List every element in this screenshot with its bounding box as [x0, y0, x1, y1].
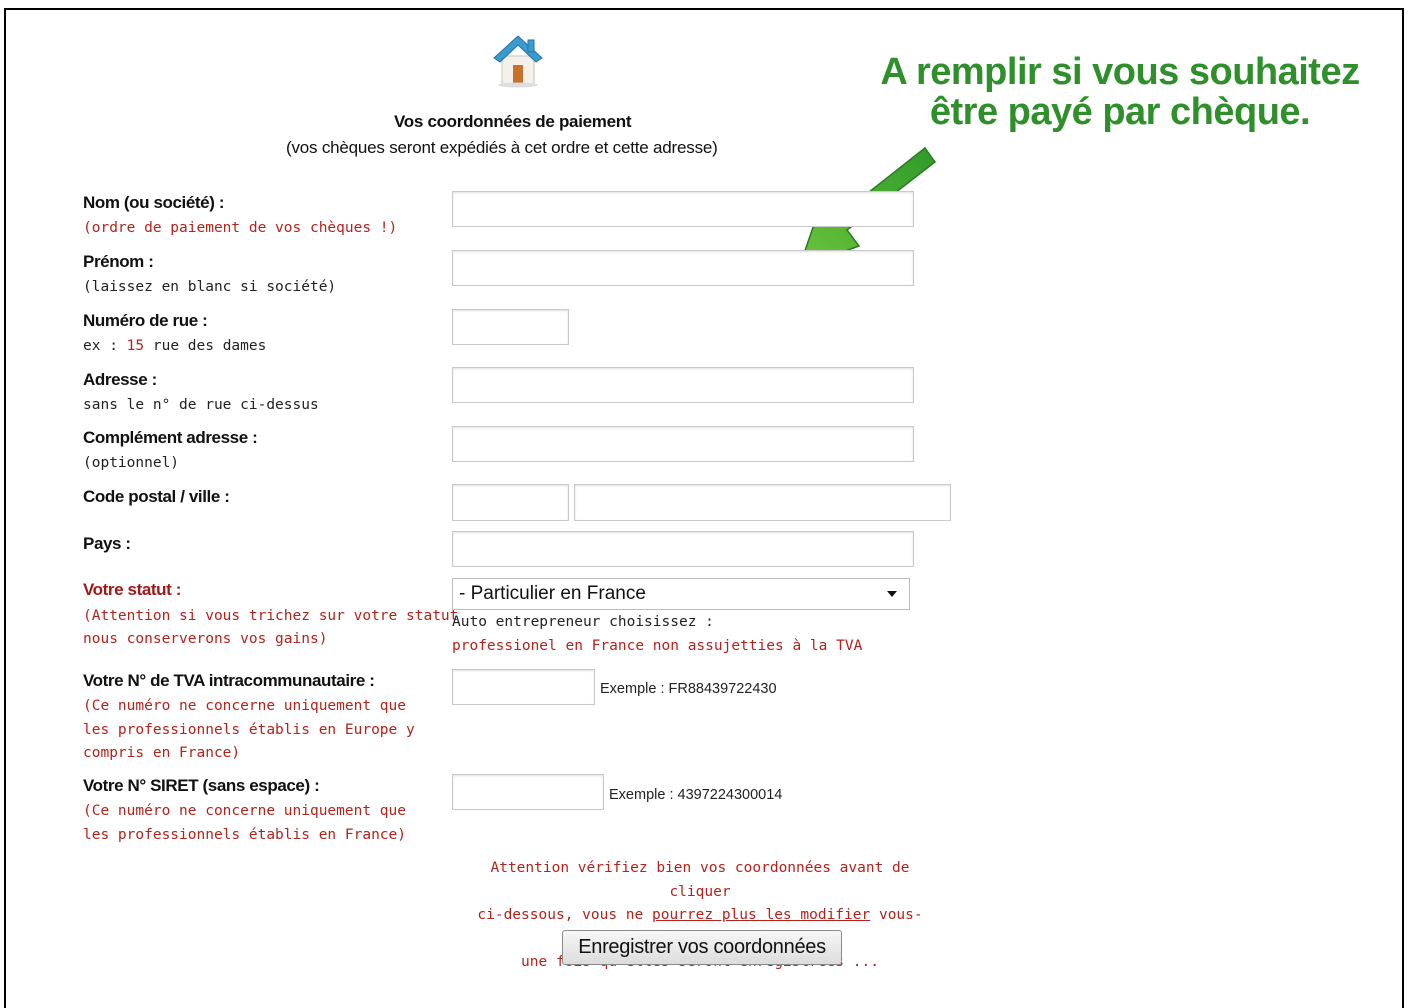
adresse-hint: sans le n° de rue ci-dessus [83, 397, 319, 413]
city-input[interactable] [574, 484, 951, 521]
statut-note-2: professionel en France non assujetties à… [452, 638, 863, 654]
numero-hint-suffix: rue des dames [144, 338, 267, 354]
tva-hint-1: (Ce numéro ne concerne uniquement que [83, 698, 407, 714]
chevron-down-icon [887, 591, 897, 597]
adresse-input[interactable] [452, 367, 914, 403]
statut-hint-1: (Attention si vous trichez sur votre sta… [83, 608, 459, 624]
warning-line-1: Attention vérifiez bien vos coordonnées … [490, 860, 910, 900]
statut-select[interactable]: - Particulier en France [452, 578, 910, 610]
siret-label: Votre N° SIRET (sans espace) : [83, 776, 320, 795]
modify-link[interactable]: pourrez plus les modifier [652, 907, 870, 923]
numero-hint-prefix: ex : [83, 338, 127, 354]
adresse-label: Adresse : [83, 370, 157, 389]
statut-label: Votre statut : [83, 580, 181, 599]
postal-code-input[interactable] [452, 484, 569, 521]
pays-label: Pays : [83, 534, 131, 553]
complement-hint: (optionnel) [83, 455, 180, 471]
siret-hint-2: les professionnels établis en France) [83, 827, 407, 843]
statut-hint-2: nous conserverons vos gains) [83, 631, 328, 647]
tva-hint-3: compris en France) [83, 745, 241, 761]
prenom-hint: (laissez en blanc si société) [83, 279, 337, 295]
numero-input[interactable] [452, 309, 569, 345]
numero-hint: ex : 15 rue des dames [83, 335, 266, 358]
codepostal-label: Code postal / ville : [83, 487, 230, 506]
page-subtitle: (vos chèques seront expédiés à cet ordre… [286, 138, 718, 157]
numero-hint-number: 15 [126, 338, 145, 354]
page-title: Vos coordonnées de paiement [394, 112, 632, 131]
cheque-annotation: A remplir si vous souhaitez être payé pa… [880, 52, 1360, 132]
complement-input[interactable] [452, 426, 914, 462]
prenom-input[interactable] [452, 250, 914, 286]
annotation-line-1: A remplir si vous souhaitez [880, 51, 1360, 93]
nom-input[interactable] [452, 191, 914, 227]
siret-example: Exemple : 4397224300014 [609, 787, 783, 803]
warning-line-2-prefix: ci-dessous, vous ne [477, 907, 652, 923]
statut-note-1: Auto entrepreneur choisissez : [452, 614, 714, 630]
tva-input[interactable] [452, 669, 595, 705]
tva-example: Exemple : FR88439722430 [600, 681, 777, 697]
nom-label: Nom (ou société) : [83, 193, 225, 212]
annotation-line-2: être payé par chèque. [929, 91, 1311, 133]
numero-label: Numéro de rue : [83, 311, 208, 330]
prenom-label: Prénom : [83, 252, 154, 271]
siret-input[interactable] [452, 774, 604, 810]
save-coordinates-button[interactable]: Enregistrer vos coordonnées [562, 930, 842, 965]
complement-label: Complément adresse : [83, 428, 258, 447]
home-icon[interactable] [492, 32, 544, 88]
nom-hint: (ordre de paiement de vos chèques !) [83, 220, 398, 236]
pays-input[interactable] [452, 531, 914, 567]
tva-hint-2: les professionnels établis en Europe y [83, 722, 415, 738]
statut-selected-value: - Particulier en France [459, 583, 646, 604]
siret-hint-1: (Ce numéro ne concerne uniquement que [83, 803, 407, 819]
tva-label: Votre N° de TVA intracommunautaire : [83, 671, 375, 690]
